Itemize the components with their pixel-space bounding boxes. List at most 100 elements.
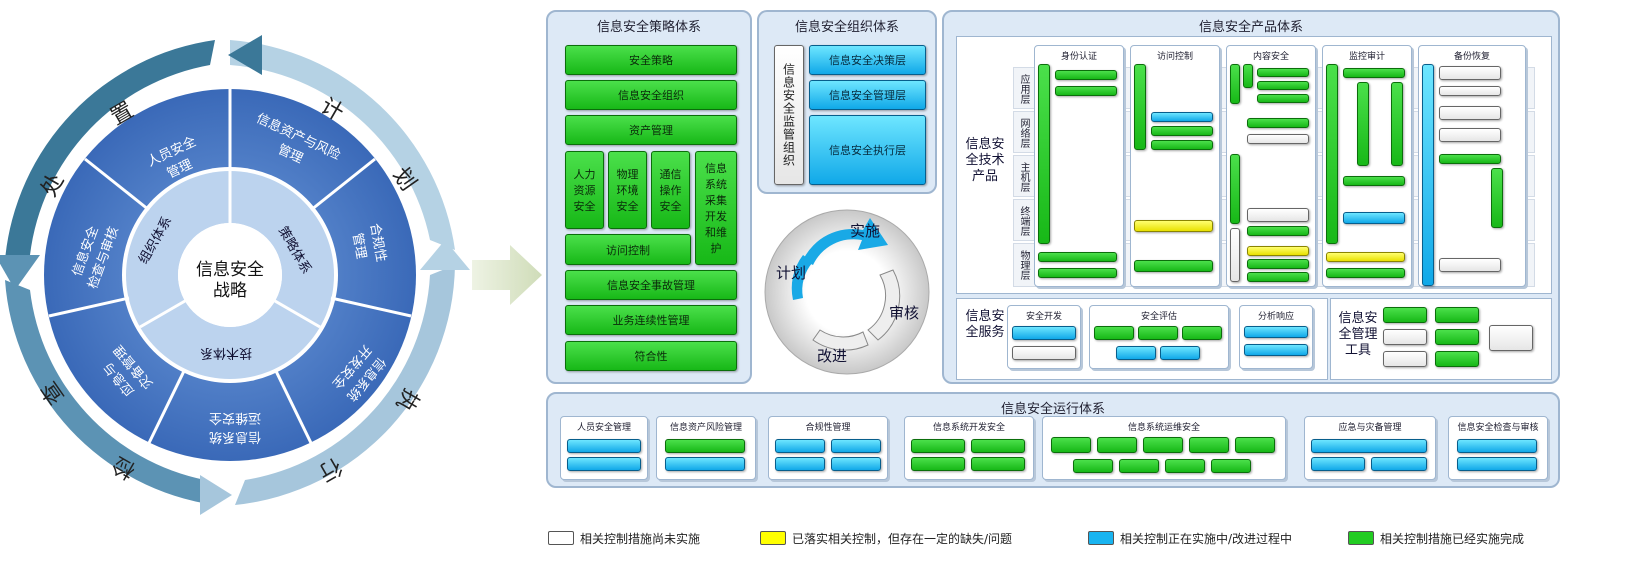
service-box: 信息安全服务 安全开发 安全评估 分析响应 — [956, 298, 1328, 380]
legend-partial-text: 已落实相关控制，但存在一定的缺失/问题 — [792, 531, 1013, 546]
ops-asset-1 — [665, 439, 745, 453]
policy-item-hr: 人力资源安全 — [565, 151, 604, 229]
content-net-1 — [1247, 118, 1309, 128]
ops-ops-3 — [1143, 437, 1183, 453]
ops-compliance-1 — [775, 439, 825, 453]
col-content-title: 内容安全 — [1252, 52, 1289, 62]
service-assess-5 — [1160, 346, 1200, 360]
tech-products-label: 信息安全技术产品 — [965, 137, 1005, 184]
col-content: 内容安全 — [1226, 45, 1316, 287]
col-identity-title: 身份认证 — [1060, 52, 1097, 62]
row-label-host: 主机层 — [1018, 162, 1029, 192]
ops-compliance-2 — [831, 439, 881, 453]
legend-in-progress: 相关控制正在实施中/改进过程中 — [1088, 530, 1292, 546]
pdca-do-label: 实施 — [850, 222, 881, 240]
tools-box: 信息安全管理工具 — [1330, 298, 1552, 380]
content-vbar-3 — [1230, 154, 1240, 224]
tool-7 — [1489, 325, 1533, 351]
legend-in-progress-text: 相关控制正在实施中/改进过程中 — [1120, 531, 1293, 546]
monitor-phys-2 — [1326, 268, 1405, 278]
ops-dev-3 — [911, 457, 965, 471]
ops-emergency-1 — [1311, 439, 1427, 453]
pdca-act-label: 改进 — [817, 347, 848, 365]
ops-ops-7 — [1119, 459, 1159, 473]
ops-ops-8 — [1165, 459, 1205, 473]
monitor-host-1 — [1343, 176, 1405, 186]
content-vbar-2 — [1243, 64, 1253, 88]
backup-app-2 — [1439, 86, 1501, 96]
wheel-center-line2: 战略 — [213, 281, 247, 301]
policy-item-physical: 物理环境安全 — [608, 151, 647, 229]
tool-2 — [1435, 307, 1479, 323]
ops-group-personnel-title: 人员安全管理 — [576, 423, 631, 433]
monitor-app-1 — [1343, 68, 1405, 78]
service-dev-title: 安全开发 — [1025, 312, 1062, 322]
ops-compliance-4 — [831, 457, 881, 471]
tool-3 — [1383, 329, 1427, 345]
ops-group-ops: 信息系统运维安全 — [1042, 416, 1286, 480]
service-assess-3 — [1182, 326, 1222, 340]
content-term-1 — [1247, 208, 1309, 222]
ops-group-ops-title: 信息系统运维安全 — [1127, 423, 1200, 433]
service-dev-2 — [1012, 346, 1076, 360]
legend-yellow-swatch — [760, 531, 786, 545]
service-assess-1 — [1094, 326, 1134, 340]
monitor-vbar-1 — [1326, 64, 1338, 244]
legend-done: 相关控制措施已经实施完成 — [1348, 530, 1524, 546]
content-phys-2 — [1247, 259, 1309, 269]
identity-vbar — [1038, 64, 1050, 244]
policy-item-org: 信息安全组织 — [565, 80, 737, 110]
policy-item-comms: 通信操作安全 — [651, 151, 690, 229]
ops-dev-4 — [971, 457, 1025, 471]
monitor-vbar-2 — [1357, 82, 1369, 166]
wheel-center-line1: 信息安全 — [196, 260, 264, 280]
content-app-1 — [1257, 68, 1309, 77]
service-analysis-title: 分析响应 — [1257, 312, 1294, 322]
ops-compliance-3 — [775, 457, 825, 471]
col-backup: 备份恢复 — [1418, 45, 1526, 287]
legend-white-swatch — [548, 531, 574, 545]
pdca-check-label: 审核 — [889, 304, 920, 322]
backup-vbar-2 — [1491, 168, 1503, 228]
ops-personnel-2 — [567, 457, 641, 471]
service-assess-title: 安全评估 — [1140, 312, 1177, 322]
legend-not-implemented-text: 相关控制措施尚未实施 — [580, 531, 701, 546]
sector-ops-security: 信息系统 运维安全 — [195, 410, 275, 448]
flow-arrow-icon — [472, 245, 542, 305]
service-analysis: 分析响应 — [1239, 305, 1313, 369]
ops-emergency-2 — [1311, 457, 1365, 471]
tool-5 — [1383, 351, 1427, 367]
row-label-net: 网络层 — [1018, 118, 1029, 148]
ops-ops-1 — [1051, 437, 1091, 453]
policy-item-compliance: 符合性 — [565, 341, 737, 371]
policy-item-asset: 资产管理 — [565, 115, 737, 145]
ops-ops-2 — [1097, 437, 1137, 453]
service-label: 信息安全服务 — [965, 309, 1005, 340]
monitor-phys-1 — [1326, 252, 1405, 262]
tool-1 — [1383, 307, 1427, 323]
access-net-2 — [1151, 126, 1213, 136]
ops-panel: 信息安全运行体系 人员安全管理 信息资产风险管理 合规性管理 信息系统开发安全 … — [546, 392, 1560, 488]
tool-4 — [1435, 329, 1479, 345]
row-label-app: 应用层 — [1018, 74, 1029, 104]
monitor-term-1 — [1343, 212, 1405, 224]
org-layer-decision: 信息安全决策层 — [809, 45, 926, 75]
access-net-3 — [1151, 140, 1213, 150]
ops-personnel-1 — [567, 439, 641, 453]
backup-net-2 — [1439, 128, 1501, 142]
ops-group-audit-title: 信息安全检查与审核 — [1457, 423, 1539, 433]
policy-title: 信息安全策略体系 — [596, 20, 701, 35]
ops-title: 信息安全运行体系 — [1000, 402, 1105, 417]
backup-host-1 — [1439, 154, 1501, 164]
ops-group-dev-title: 信息系统开发安全 — [932, 423, 1005, 433]
tools-label: 信息安全管理工具 — [1338, 311, 1378, 358]
ops-dev-2 — [971, 439, 1025, 453]
service-dev: 安全开发 — [1007, 305, 1081, 369]
org-layer-execution: 信息安全执行层 — [809, 115, 926, 185]
ops-emergency-3 — [1371, 457, 1427, 471]
policy-item-incident: 信息安全事故管理 — [565, 270, 737, 300]
product-title: 信息安全产品体系 — [1198, 20, 1303, 35]
access-net-1 — [1151, 112, 1213, 122]
ops-ops-4 — [1189, 437, 1229, 453]
service-assess: 安全评估 — [1089, 305, 1229, 369]
